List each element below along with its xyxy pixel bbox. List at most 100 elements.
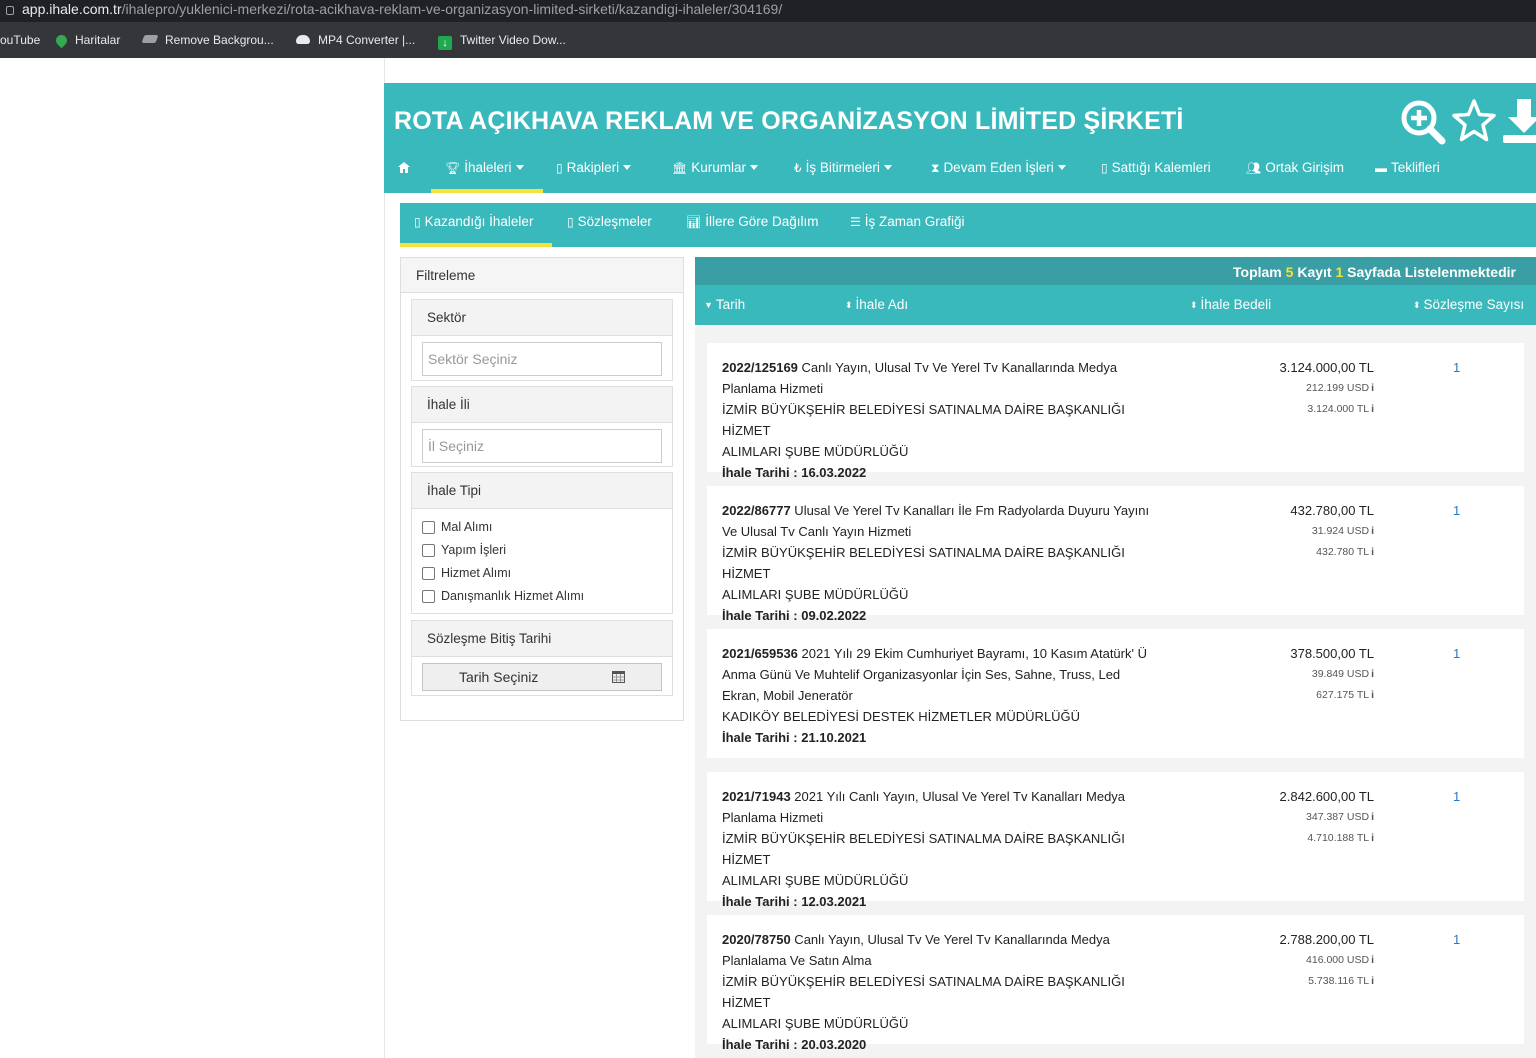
column-label: Sözleşme Sayısı <box>1423 297 1525 312</box>
table-row[interactable]: 2022/86777 Ulusal Ve Yerel Tv Kanalları … <box>707 486 1524 623</box>
checkbox[interactable] <box>422 590 435 603</box>
zoom-in-icon[interactable] <box>1398 97 1446 145</box>
calendar-icon <box>612 671 625 683</box>
tender-title[interactable]: 2021/659536 2021 Yılı 29 Ekim Cumhuriyet… <box>722 643 1167 706</box>
nav-ortak-girisim[interactable]: 👥︎ Ortak Girişim <box>1246 151 1344 193</box>
filter-panel: Filtreleme Sektör Sektör Seçiniz İhale İ… <box>400 257 684 721</box>
title-line: 2021/71943 2021 Yılı Canlı Yayın, Ulusal… <box>722 786 1167 807</box>
date-label: İhale Tarihi : <box>722 1037 802 1052</box>
checkbox-hizmet-alimi[interactable]: Hizmet Alımı <box>422 565 511 581</box>
date-picker-button[interactable]: Tarih Seçiniz <box>422 663 662 691</box>
contract-count-link[interactable]: 1 <box>1453 357 1460 378</box>
nav-ihaleleri[interactable]: 🏆︎ İhaleleri <box>431 151 543 193</box>
tender-code: 2022/125169 <box>722 360 798 375</box>
amount-usd: 31.924 USD i <box>1290 521 1374 542</box>
sort-amount[interactable]: ⬍ İhale Bedeli <box>1190 285 1271 325</box>
city-select[interactable]: İl Seçiniz <box>422 429 662 463</box>
bookmark-mp4-converter[interactable]: MP4 Converter |... <box>296 33 415 47</box>
sort-name[interactable]: ⬍ İhale Adı <box>845 285 908 325</box>
checkbox-label: Yapım İşleri <box>441 543 507 557</box>
star-icon[interactable] <box>1450 97 1498 145</box>
institution-line: İZMİR BÜYÜKŞEHİR BELEDİYESİ SATINALMA DA… <box>722 974 1125 1010</box>
title-text: Ulusal Ve Yerel Tv Kanalları İle Fm Rady… <box>790 503 1150 518</box>
nav-is-bitirmeleri[interactable]: ₺ İş Bitirmeleri <box>794 151 892 193</box>
nav-devam-eden[interactable]: ⧗ Devam Eden İşleri <box>931 151 1066 193</box>
info-icon[interactable]: i <box>1371 689 1374 701</box>
tab-sozlesmeler[interactable]: ▯ Sözleşmeler <box>567 203 652 247</box>
url-path: /ihalepro/yuklenici-merkezi/rota-acikhav… <box>121 1 783 17</box>
info-icon[interactable]: i <box>1371 403 1374 415</box>
info-icon[interactable]: i <box>1371 525 1374 537</box>
city-filter: İhale İli İl Seçiniz <box>411 386 673 467</box>
usd-value: 31.924 USD <box>1311 525 1370 537</box>
info-icon[interactable]: i <box>1371 832 1374 844</box>
institution-line: İZMİR BÜYÜKŞEHİR BELEDİYESİ SATINALMA DA… <box>722 402 1125 438</box>
amount-usd: 39.849 USD i <box>1290 664 1374 685</box>
sector-select[interactable]: Sektör Seçiniz <box>422 342 662 376</box>
info-icon[interactable]: i <box>1371 546 1374 558</box>
bookmark-remove-bg[interactable]: Remove Backgrou... <box>141 33 274 47</box>
tender-description: 2020/78750 Canlı Yayın, Ulusal Tv Ve Yer… <box>722 929 1167 1055</box>
sort-icon: ⬍ <box>845 300 853 310</box>
download-icon[interactable] <box>1500 97 1536 145</box>
sector-filter: Sektör Sektör Seçiniz <box>411 299 673 381</box>
summary-text: Kayıt <box>1293 264 1336 280</box>
maps-pin-icon <box>53 32 70 49</box>
bookmark-label: MP4 Converter |... <box>318 33 416 47</box>
checkbox-mal-alimi[interactable]: Mal Alımı <box>422 519 492 535</box>
nav-rakipleri[interactable]: ▯ Rakipleri <box>556 151 632 193</box>
info-icon[interactable]: i <box>1371 954 1374 966</box>
contract-count-link[interactable]: 1 <box>1453 643 1460 664</box>
nav-sattigi-kalemleri[interactable]: ▯ Sattığı Kalemleri <box>1101 151 1211 193</box>
tab-label: Kazandığı İhaleler <box>424 214 534 229</box>
date-value: 09.02.2022 <box>801 608 867 623</box>
info-icon[interactable]: i <box>1371 668 1374 680</box>
sort-date[interactable]: ▼ Tarih <box>704 285 745 325</box>
tender-title[interactable]: 2022/125169 Canlı Yayın, Ulusal Tv Ve Ye… <box>722 357 1167 399</box>
checkbox-yapim-isleri[interactable]: Yapım İşleri <box>422 542 506 558</box>
amount-value: 2.788.200,00 TL <box>1279 932 1374 947</box>
info-icon[interactable]: i <box>1371 811 1374 823</box>
tender-title[interactable]: 2020/78750 Canlı Yayın, Ulusal Tv Ve Yer… <box>722 929 1167 971</box>
tab-illere-gore-dagilim[interactable]: 📊︎ İllere Göre Dağılım <box>686 203 819 247</box>
tab-kazandigi-ihaleler[interactable]: ▯ Kazandığı İhaleler <box>400 203 552 247</box>
address-bar[interactable]: app.ihale.com.tr/ihalepro/yuklenici-merk… <box>0 0 1536 22</box>
contract-count-link[interactable]: 1 <box>1453 500 1460 521</box>
tender-title[interactable]: 2021/71943 2021 Yılı Canlı Yayın, Ulusal… <box>722 786 1167 828</box>
info-icon[interactable]: i <box>1371 382 1374 394</box>
bookmark-label: ouTube <box>0 33 41 47</box>
nav-kurumlar[interactable]: 🏛︎ Kurumlar <box>672 151 758 193</box>
table-row[interactable]: 2020/78750 Canlı Yayın, Ulusal Tv Ve Yer… <box>707 915 1524 1052</box>
nav-label: Devam Eden İşleri <box>943 160 1054 175</box>
url-host: app.ihale.com.tr <box>22 1 122 17</box>
inbox-icon: ▬ <box>1375 161 1387 175</box>
sub-nav: ▯ Kazandığı İhaleler ▯ Sözleşmeler 📊︎ İller… <box>400 203 1536 247</box>
checkbox[interactable] <box>422 567 435 580</box>
bookmark-maps[interactable]: Haritalar <box>53 32 120 49</box>
users-icon: 👥︎ <box>1246 161 1262 175</box>
nav-teklifleri[interactable]: ▬ Teklifleri <box>1375 151 1440 193</box>
table-row[interactable]: 2021/71943 2021 Yılı Canlı Yayın, Ulusal… <box>707 772 1524 909</box>
checkbox[interactable] <box>422 544 435 557</box>
title-line: Ekran, Mobil Jeneratör <box>722 688 853 703</box>
title-line: 2021/659536 2021 Yılı 29 Ekim Cumhuriyet… <box>722 643 1167 664</box>
filter-title: Filtreleme <box>401 258 683 293</box>
tender-title[interactable]: 2022/86777 Ulusal Ve Yerel Tv Kanalları … <box>722 500 1167 542</box>
info-icon[interactable]: i <box>1371 975 1374 987</box>
date-value: 21.10.2021 <box>801 730 867 745</box>
contract-count-link[interactable]: 1 <box>1453 786 1460 807</box>
sort-contracts[interactable]: ⬍ Sözleşme Sayısı <box>1413 285 1524 325</box>
checkbox-label: Mal Alımı <box>441 520 493 534</box>
nav-label: Kurumlar <box>691 160 746 175</box>
checkbox-danismanlik[interactable]: Danışmanlık Hizmet Alımı <box>422 588 584 604</box>
results-summary: Toplam 5 Kayıt 1 Sayfada Listelenmektedi… <box>695 257 1536 285</box>
nav-home[interactable] <box>398 151 410 193</box>
table-row[interactable]: 2021/659536 2021 Yılı 29 Ekim Cumhuriyet… <box>707 629 1524 758</box>
bookmark-youtube[interactable]: ouTube <box>0 33 40 47</box>
company-title: ROTA AÇIKHAVA REKLAM VE ORGANİZASYON LİM… <box>394 107 1184 135</box>
table-row[interactable]: 2022/125169 Canlı Yayın, Ulusal Tv Ve Ye… <box>707 343 1524 480</box>
tab-is-zaman-grafigi[interactable]: ☰ İş Zaman Grafiği <box>850 203 965 247</box>
bookmark-twitter-video[interactable]: ↓ Twitter Video Dow... <box>438 33 566 50</box>
checkbox[interactable] <box>422 521 435 534</box>
contract-count-link[interactable]: 1 <box>1453 929 1460 950</box>
